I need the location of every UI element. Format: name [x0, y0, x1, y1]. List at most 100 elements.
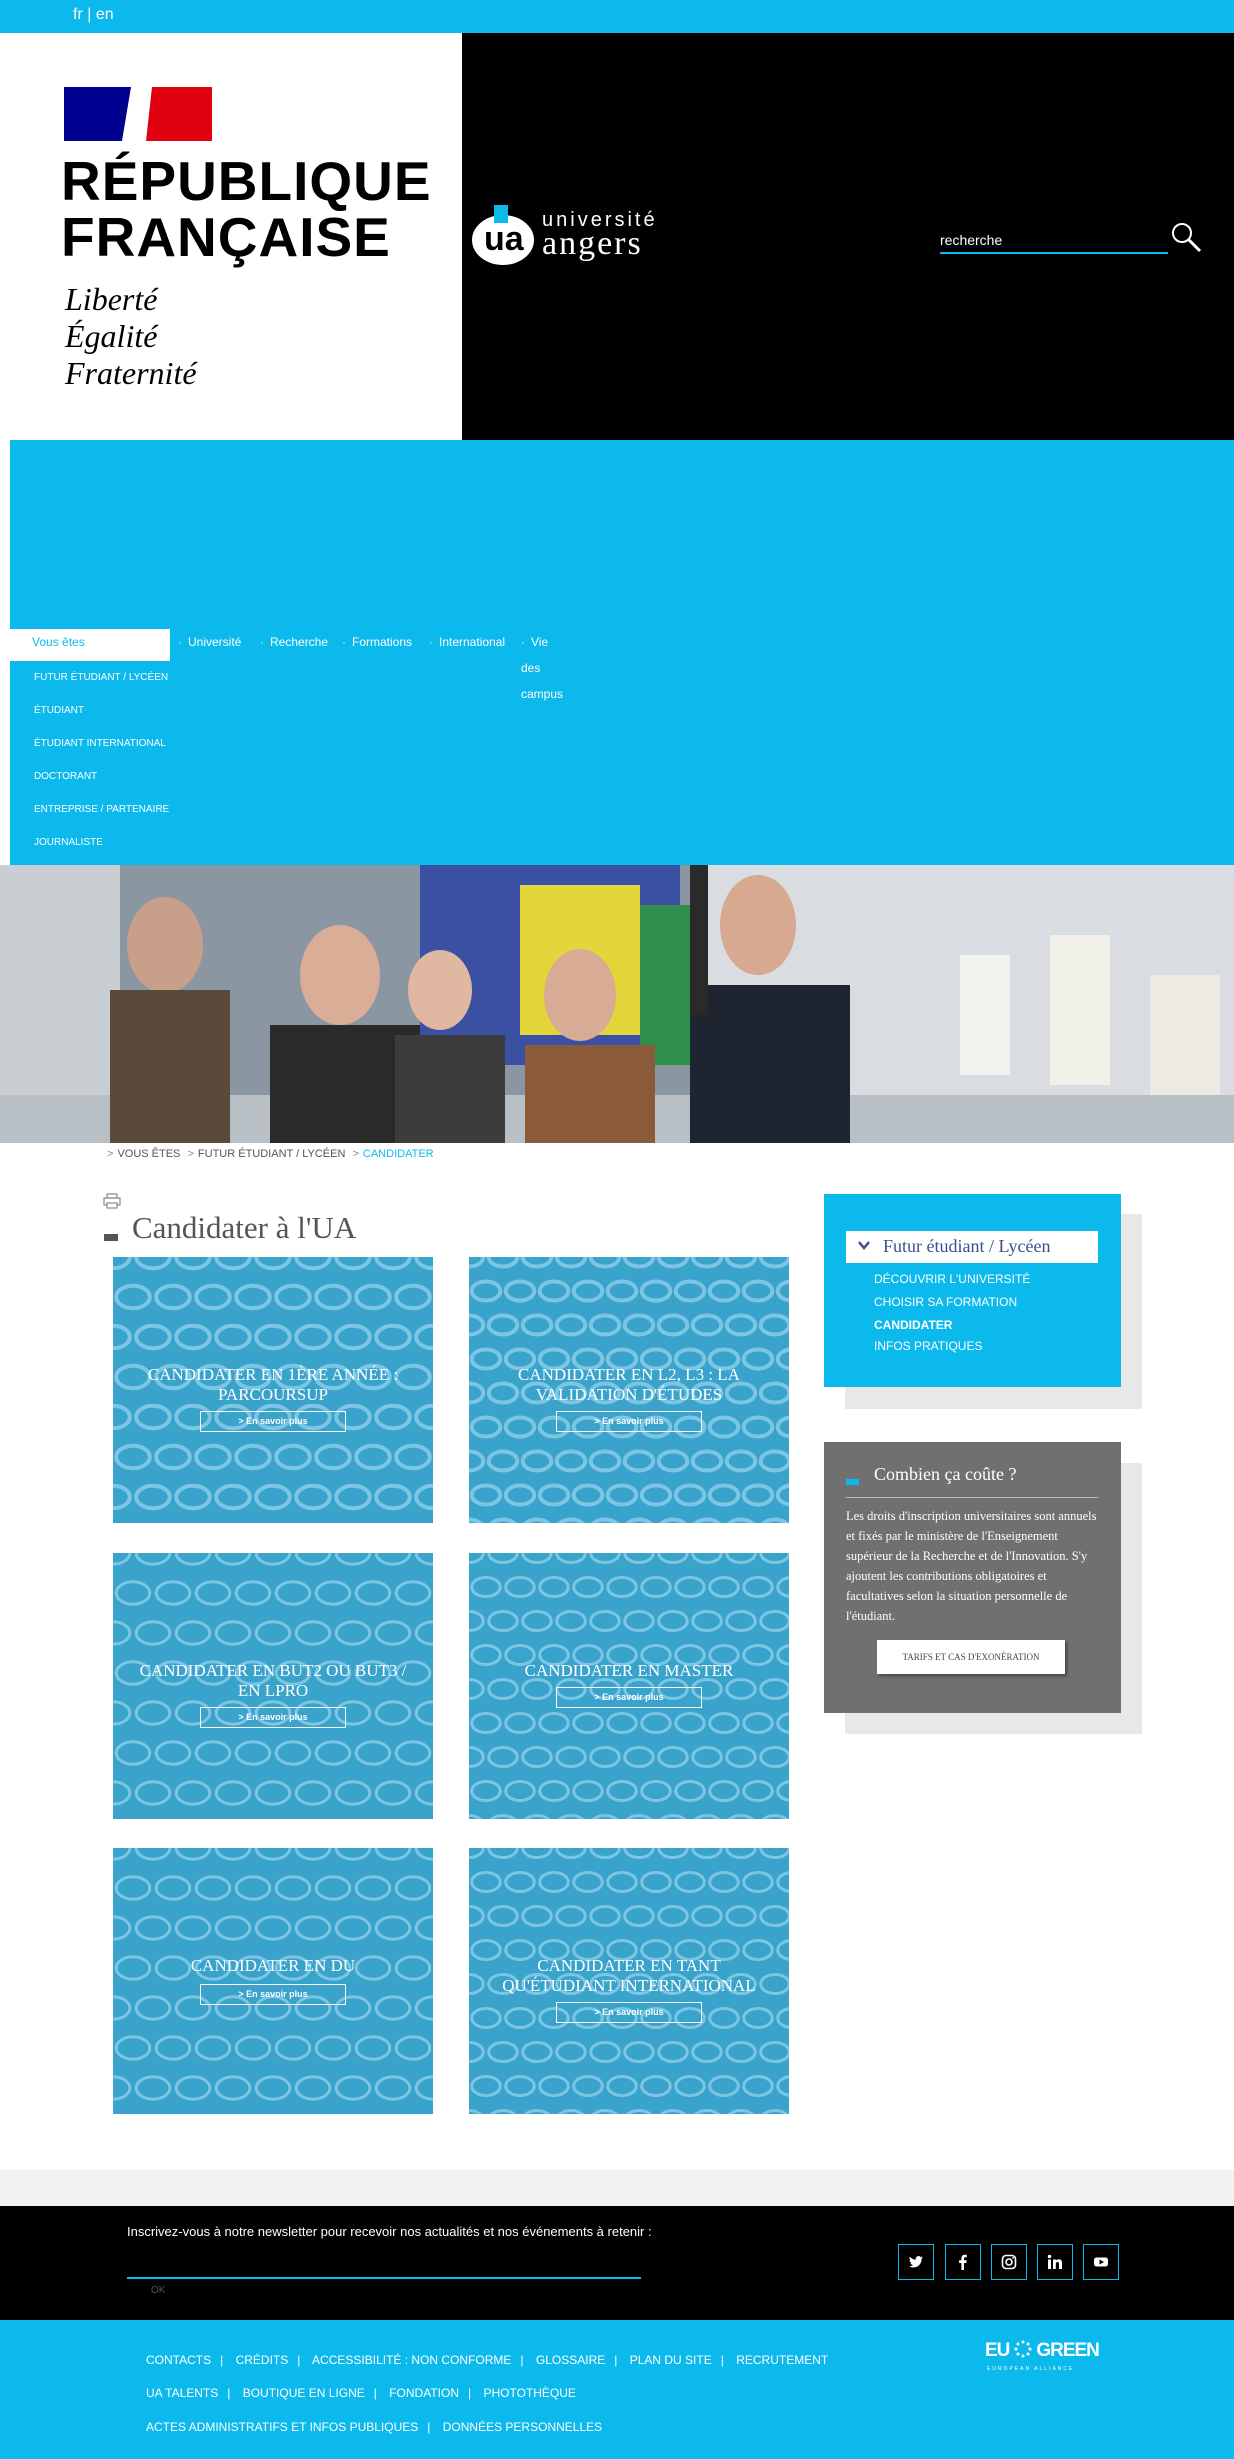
- lang-fr-link[interactable]: fr: [73, 6, 83, 23]
- footer-link-actes-administratifs[interactable]: Actes administratifs et infos publiques: [146, 2420, 418, 2434]
- header: ua université angers: [462, 33, 1234, 440]
- rf-title-line2: FRANÇAISE: [61, 206, 391, 268]
- side-nav-heading[interactable]: Futur étudiant / Lycéen: [846, 1231, 1098, 1263]
- nav-tab-label: Vous êtes: [32, 635, 85, 649]
- side-navigation: Futur étudiant / Lycéen Découvrir l'univ…: [824, 1194, 1121, 1387]
- menu-item-etudiant[interactable]: Étudiant: [34, 701, 169, 734]
- footer-link-credits[interactable]: Crédits: [236, 2353, 289, 2367]
- rf-motto-3: Fraternité: [65, 355, 197, 391]
- twitter-icon[interactable]: [898, 2244, 934, 2280]
- side-link-decouvrir[interactable]: Découvrir l'université: [874, 1272, 1030, 1286]
- footer-link-donnees-personnelles[interactable]: Données personnelles: [443, 2420, 602, 2434]
- footer-link-contacts[interactable]: Contacts: [146, 2353, 211, 2367]
- tile-candidater-du[interactable]: Candidater en DU > En savoir plus: [113, 1848, 433, 2114]
- nav-tab-label: Formations: [352, 635, 413, 649]
- breadcrumb-item[interactable]: Futur étudiant / Lycéen: [198, 1148, 346, 1160]
- footer-links-row-1: Contacts | Crédits | Accessibilité : non c…: [146, 2353, 829, 2367]
- tile-candidater-master[interactable]: Candidater en Master > En savoir plus: [469, 1553, 789, 1819]
- tile-candidater-international[interactable]: Candidater en tant qu'étudiant internati…: [469, 1848, 789, 2114]
- marianne-flag-icon: [64, 87, 212, 141]
- nav-tab-vie-des-campus[interactable]: · Vie des campus: [521, 629, 563, 701]
- linkedin-icon[interactable]: [1037, 2244, 1073, 2280]
- hero-image: [0, 865, 1234, 1143]
- nav-tab-vous-etes[interactable]: Vous êtes: [10, 629, 170, 661]
- footer-link-fondation[interactable]: Fondation: [389, 2386, 459, 2400]
- tile-more-button[interactable]: > En savoir plus: [556, 1687, 702, 1708]
- bullet-icon: ·: [429, 635, 433, 649]
- nav-tab-recherche[interactable]: · Recherche: [260, 629, 328, 661]
- footer-link-accessibilite[interactable]: Accessibilité : non conforme: [312, 2353, 511, 2367]
- tile-candidater-but[interactable]: Candidater en BUT2 ou BUT3 / en LPro > E…: [113, 1553, 433, 1819]
- footer-link-ua-talents[interactable]: UA Talents: [146, 2386, 218, 2400]
- menu-item-doctorant[interactable]: Doctorant: [34, 767, 169, 800]
- breadcrumb-separator: >: [352, 1148, 359, 1160]
- tile-candidater-1ere-annee[interactable]: Candidater en 1ère année : Parcoursup > …: [113, 1257, 433, 1523]
- nav-tab-formations[interactable]: · Formations: [342, 629, 412, 661]
- footer-links-row-2: UA Talents | Boutique en ligne | Fondation…: [146, 2386, 576, 2400]
- nav-tab-universite[interactable]: · Université: [178, 629, 241, 661]
- bullet-icon: ·: [342, 635, 346, 649]
- footer-link-plan-du-site[interactable]: Plan du site: [630, 2353, 712, 2367]
- title-marker: [104, 1234, 118, 1241]
- footer-link-recrutement[interactable]: Recrutement: [736, 2353, 828, 2367]
- side-link-candidater[interactable]: Candidater: [874, 1318, 952, 1332]
- eu-green-logo[interactable]: EU GREEN EUROPEAN ALLIANCE: [985, 2340, 1100, 2372]
- facebook-icon[interactable]: [945, 2244, 981, 2280]
- footer-link-boutique[interactable]: Boutique en ligne: [243, 2386, 365, 2400]
- breadcrumb-item[interactable]: Vous êtes: [117, 1148, 180, 1160]
- newsletter-ok-button[interactable]: OK: [145, 2284, 171, 2297]
- footer-link-phototheque[interactable]: Photothèque: [483, 2386, 575, 2400]
- lang-en-link[interactable]: en: [96, 6, 114, 23]
- youtube-icon[interactable]: [1083, 2244, 1119, 2280]
- eu-green-subtitle: EUROPEAN ALLIANCE: [987, 2366, 1075, 2372]
- nav-tab-label: International: [439, 635, 506, 649]
- vous-etes-menu: Futur étudiant / Lycéen Étudiant Étudian…: [34, 668, 169, 866]
- menu-item-futur-etudiant[interactable]: Futur étudiant / Lycéen: [34, 668, 169, 701]
- breadcrumb-separator: >: [107, 1148, 114, 1160]
- newsletter-email-input[interactable]: [127, 2251, 641, 2279]
- tarifs-button[interactable]: Tarifs et cas d'exonération: [877, 1640, 1065, 1674]
- republique-francaise-logo[interactable]: RÉPUBLIQUE FRANÇAISE Liberté Égalité Fra…: [10, 33, 462, 440]
- cost-marker: [846, 1479, 859, 1485]
- tile-title: Candidater en L2, L3 : la validation d'é…: [518, 1365, 740, 1404]
- menu-item-etudiant-international[interactable]: Étudiant international: [34, 734, 169, 767]
- instagram-icon[interactable]: [991, 2244, 1027, 2280]
- ua-logo-line2: angers: [542, 225, 643, 262]
- language-bar: fr | en: [0, 0, 1234, 33]
- tile-more-button[interactable]: > En savoir plus: [556, 1411, 702, 1432]
- eu-star-icon: [1014, 2340, 1032, 2358]
- footer-link-glossaire[interactable]: Glossaire: [536, 2353, 605, 2367]
- menu-item-entreprise[interactable]: Entreprise / Partenaire: [34, 800, 169, 833]
- footer: Contacts | Crédits | Accessibilité : non c…: [0, 2320, 1234, 2459]
- rf-motto-2: Égalité: [65, 318, 158, 354]
- rf-title: RÉPUBLIQUE FRANÇAISE: [61, 153, 432, 265]
- footer-links-row-3: Actes administratifs et infos publiques |…: [146, 2420, 603, 2434]
- divider: [846, 1497, 1098, 1498]
- nav-tab-label: Recherche: [270, 635, 329, 649]
- ua-logo-tag: [494, 205, 508, 223]
- search-icon[interactable]: [1168, 219, 1204, 255]
- newsletter-text: Inscrivez-vous à notre newsletter pour r…: [127, 2224, 652, 2239]
- eu-green-text-1: EU: [985, 2340, 1010, 2361]
- rf-title-line1: RÉPUBLIQUE: [61, 150, 432, 212]
- side-link-choisir[interactable]: Choisir sa formation: [874, 1295, 1017, 1309]
- tile-title: Candidater en tant qu'étudiant internati…: [502, 1956, 756, 1995]
- universite-angers-logo[interactable]: ua université angers: [472, 205, 672, 269]
- tile-more-button[interactable]: > En savoir plus: [200, 1984, 346, 2005]
- nav-tab-international[interactable]: · International: [429, 629, 505, 661]
- bullet-icon: ·: [260, 635, 264, 649]
- menu-item-journaliste[interactable]: Journaliste: [34, 833, 169, 866]
- tile-more-button[interactable]: > En savoir plus: [556, 2002, 702, 2023]
- tile-more-button[interactable]: > En savoir plus: [200, 1707, 346, 1728]
- newsletter-section: Inscrivez-vous à notre newsletter pour r…: [0, 2206, 1234, 2320]
- main-navigation: Vous êtes · Université · Recherche · Format…: [10, 440, 1234, 865]
- bullet-icon: ·: [178, 635, 182, 649]
- bullet-icon: ·: [521, 635, 525, 649]
- search-input[interactable]: [940, 228, 1168, 254]
- side-link-infos-pratiques[interactable]: Infos pratiques: [874, 1339, 982, 1353]
- rf-motto-1: Liberté: [65, 281, 158, 317]
- print-icon[interactable]: [103, 1193, 121, 1209]
- breadcrumb-separator: >: [187, 1148, 194, 1160]
- tile-more-button[interactable]: > En savoir plus: [200, 1411, 346, 1432]
- tile-candidater-l2-l3[interactable]: Candidater en L2, L3 : la validation d'é…: [469, 1257, 789, 1523]
